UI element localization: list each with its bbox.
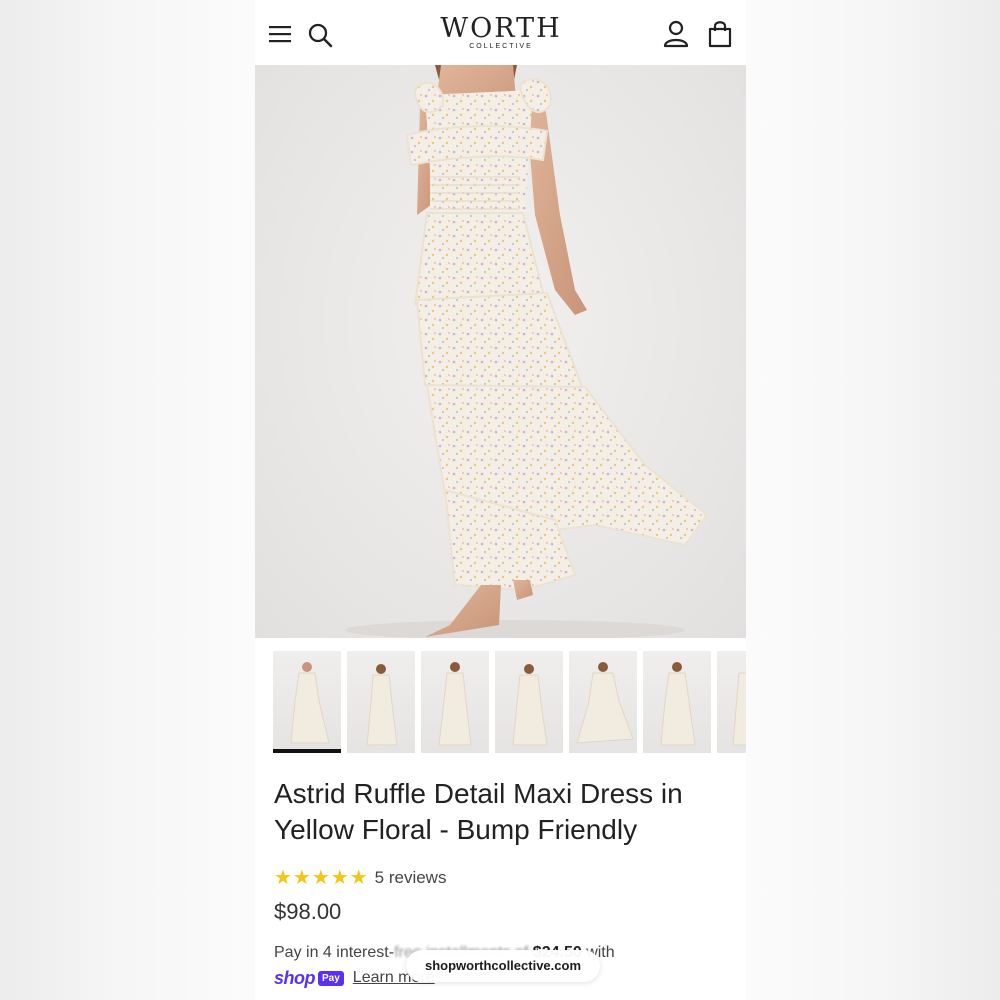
shop-pay-logo: shop [274,967,316,988]
thumbnail[interactable] [347,651,415,753]
reviews-count[interactable]: 5 reviews [375,866,447,890]
thumbnail[interactable] [643,651,711,753]
shop-pay-badge: Pay [318,970,344,986]
product-main-image[interactable] [255,65,746,638]
thumbnail[interactable] [421,651,489,753]
site-logo[interactable]: WORTH COLLECTIVE [401,14,601,51]
account-icon[interactable] [663,20,689,48]
phone-screen: WORTH COLLECTIVE Astrid Ruffle Detail Ma… [255,0,746,1000]
thumbnail-strip [273,651,746,753]
search-icon[interactable] [307,22,333,48]
menu-icon[interactable] [269,24,293,44]
star-rating-icons: ★★★★★ [274,867,369,889]
product-price: $98.00 [274,899,342,924]
browser-url-bar[interactable]: shopworthcollective.com [406,950,600,982]
dress-photo [345,65,709,638]
thumbnail[interactable] [273,651,341,753]
logo-subtitle: COLLECTIVE [469,43,533,50]
product-title: Astrid Ruffle Detail Maxi Dress in Yello… [274,778,683,845]
thumbnail[interactable] [717,651,746,753]
site-header: WORTH COLLECTIVE [255,0,746,65]
product-rating[interactable]: ★★★★★ 5 reviews [274,866,446,890]
bag-icon[interactable] [707,20,733,48]
thumbnail[interactable] [569,651,637,753]
thumbnail[interactable] [495,651,563,753]
installments-prefix: Pay in 4 interest- [274,944,395,961]
logo-wordmark: WORTH [440,13,562,44]
